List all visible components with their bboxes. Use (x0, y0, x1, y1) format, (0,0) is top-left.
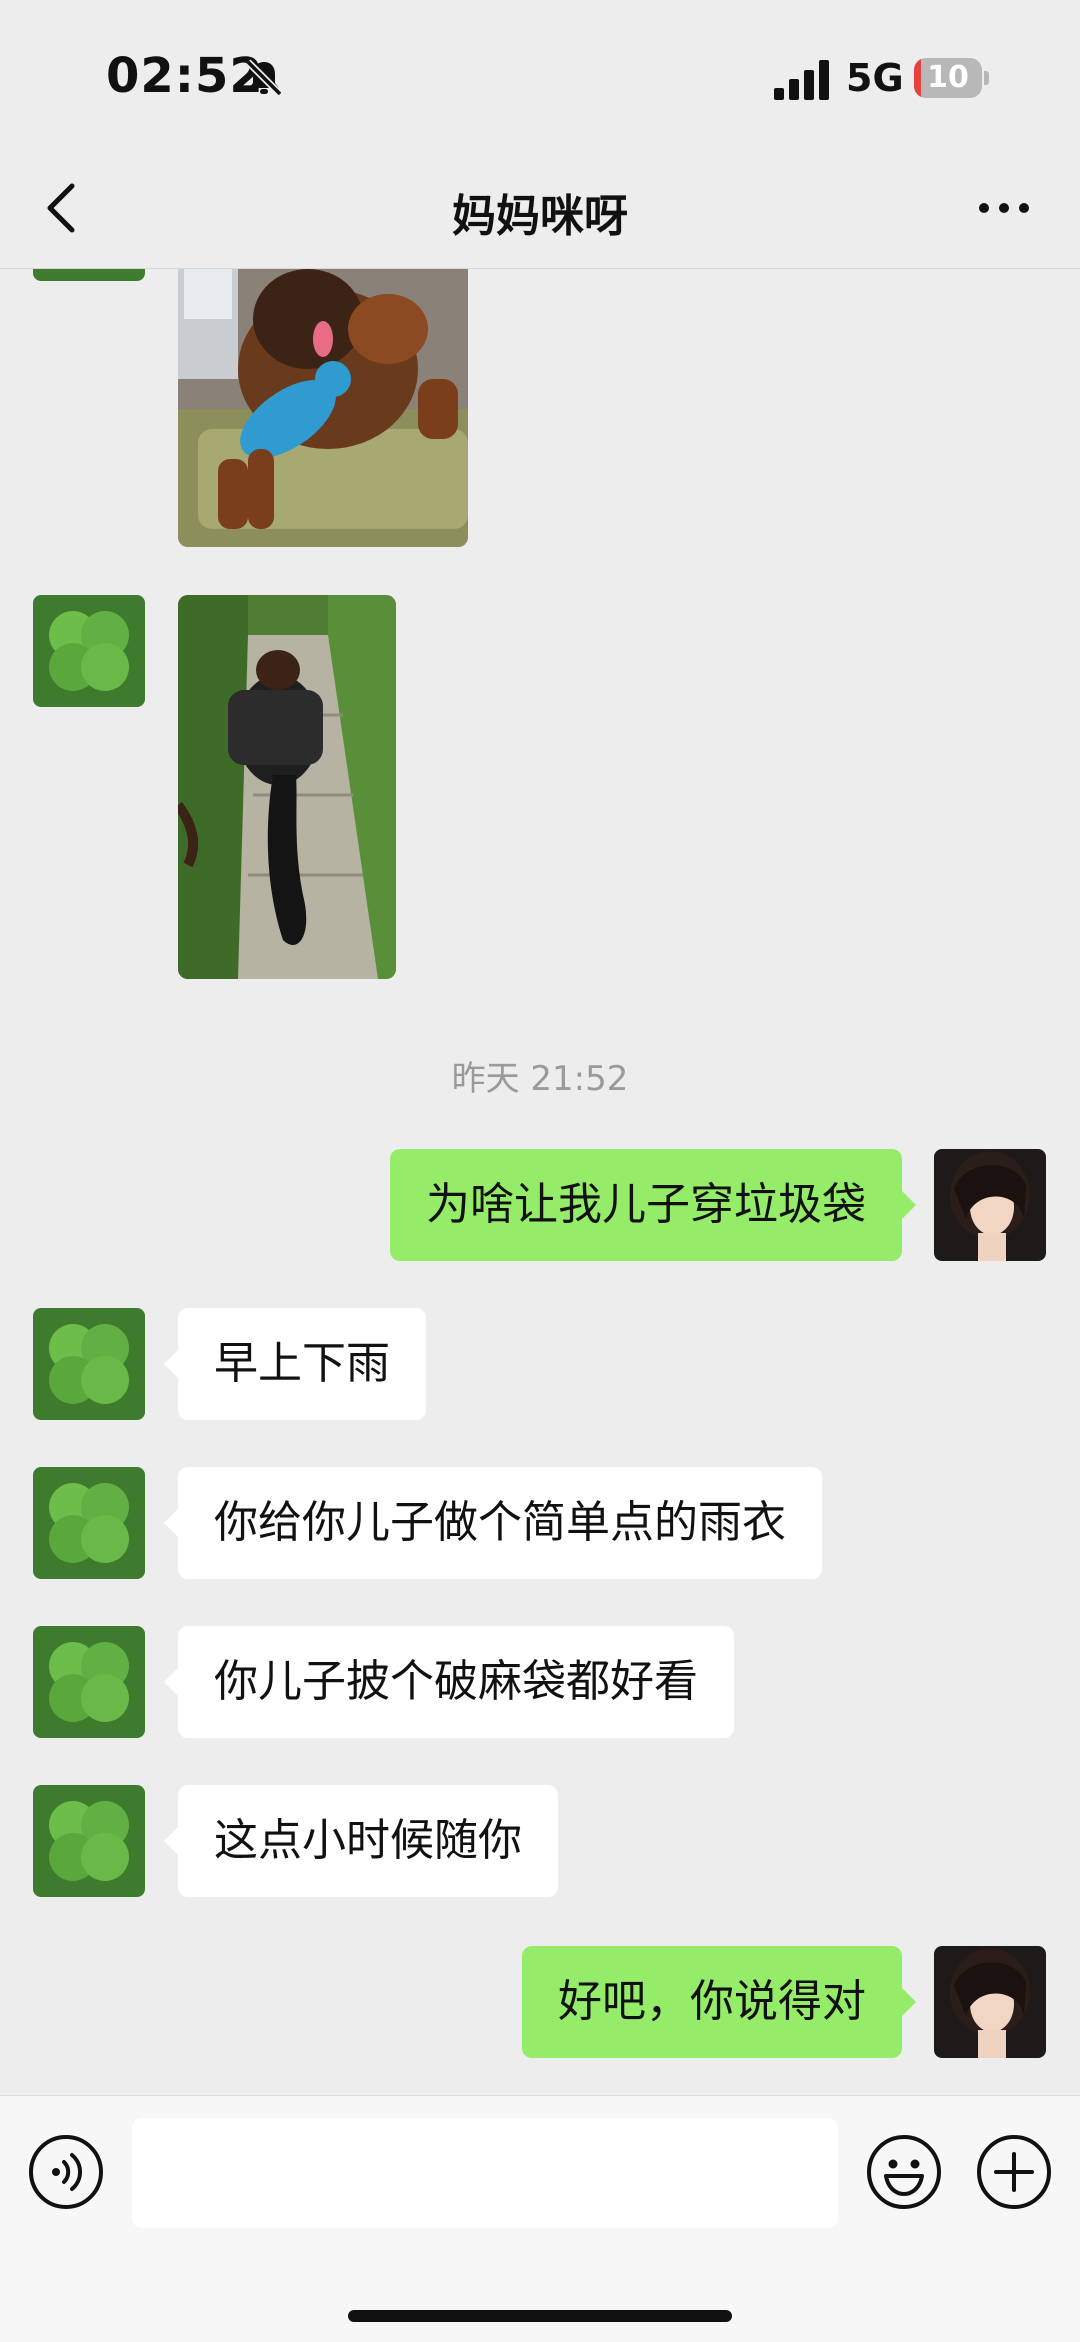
dog-photo-couch[interactable] (178, 269, 468, 547)
chat-timestamp: 昨天 21:52 (451, 1059, 629, 1099)
home-indicator[interactable] (348, 2310, 732, 2322)
battery-level: 10 (927, 60, 969, 95)
plus-icon[interactable] (976, 2134, 1052, 2210)
emoji-icon[interactable] (866, 2134, 942, 2210)
signal-icon (774, 60, 829, 100)
my-avatar[interactable] (934, 1149, 1046, 1261)
incoming-message[interactable]: 这点小时候随你 (164, 1785, 558, 1897)
bell-slash-icon (245, 59, 283, 97)
contact-avatar[interactable] (33, 1467, 145, 1579)
contact-avatar[interactable] (33, 269, 145, 281)
chat-header: 妈妈咪呀 (0, 150, 1080, 269)
contact-avatar[interactable] (33, 1308, 145, 1420)
message-list[interactable]: 昨天 21:52 为啥让我儿子穿垃圾袋 早上下雨 你给你儿子做个简单点的雨衣 你… (0, 269, 1080, 2095)
network-type: 5G (846, 56, 904, 100)
incoming-message[interactable]: 早上下雨 (164, 1308, 426, 1420)
status-time: 02:52 (106, 48, 264, 104)
battery-icon: 10 (914, 58, 989, 102)
ellipsis-icon[interactable] (976, 200, 1032, 216)
voice-icon[interactable] (28, 2134, 104, 2210)
my-avatar[interactable] (934, 1946, 1046, 2058)
outgoing-message[interactable]: 好吧，你说得对 (522, 1946, 916, 2058)
status-bar: 02:52 5G 10 (0, 0, 1080, 150)
contact-avatar[interactable] (33, 1626, 145, 1738)
input-bar (0, 2095, 1080, 2342)
incoming-message[interactable]: 你给你儿子做个简单点的雨衣 (164, 1467, 822, 1579)
contact-avatar[interactable] (33, 1785, 145, 1897)
outgoing-message[interactable]: 为啥让我儿子穿垃圾袋 (390, 1149, 916, 1261)
incoming-message[interactable]: 你儿子披个破麻袋都好看 (164, 1626, 734, 1738)
chat-title: 妈妈咪呀 (452, 191, 628, 242)
dog-photo-garden[interactable] (178, 595, 396, 979)
contact-avatar[interactable] (33, 595, 145, 707)
message-input[interactable] (132, 2118, 838, 2228)
